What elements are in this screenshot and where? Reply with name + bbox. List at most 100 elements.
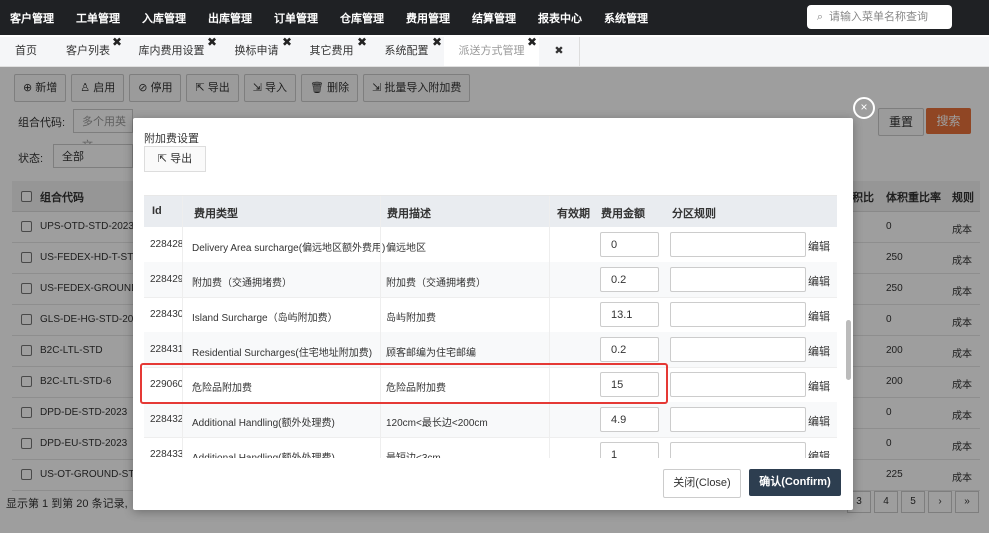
menu-item-orders[interactable]: 订单管理 xyxy=(274,10,318,26)
col-zone-rule: 分区规则 xyxy=(672,208,716,220)
fee-amount-input[interactable]: 1 xyxy=(600,442,659,458)
modal-scrollbar[interactable] xyxy=(846,320,851,380)
surcharge-row: 228433 Additional Handling(额外处理费) 最短边<3c… xyxy=(144,437,837,458)
zone-rule-input[interactable] xyxy=(670,267,806,292)
tab-customer-list[interactable]: 客户列表 ✖ xyxy=(52,35,125,66)
tab-label: 库内费用设置 xyxy=(138,45,205,57)
fee-id: 228431 xyxy=(150,344,184,355)
surcharge-table-header: Id 费用类型 费用描述 有效期 费用金额 分区规则 xyxy=(144,196,837,227)
tab-label: 派送方式管理 xyxy=(458,45,525,57)
modal-export-button[interactable]: ⇱ 导出 xyxy=(144,146,206,172)
search-icon: ⌕ xyxy=(816,10,824,23)
fee-type: Residential Surcharges(住宅地址附加费) xyxy=(192,348,373,359)
tab-other-fees[interactable]: 其它费用 ✖ xyxy=(294,35,370,66)
close-icon[interactable]: ✖ xyxy=(207,28,217,57)
surcharge-row: 228430 Island Surcharge（岛屿附加费） 岛屿附加费 13.… xyxy=(144,297,837,333)
modal-title: 附加费设置 xyxy=(144,133,199,145)
close-icon[interactable]: ✖ xyxy=(357,28,367,57)
fee-amount-input[interactable]: 13.1 xyxy=(600,302,659,327)
fee-type: Delivery Area surcharge(偏远地区额外费用) xyxy=(192,243,386,254)
menu-search: ⌕ xyxy=(807,5,952,29)
fee-type: Additional Handling(额外处理费) xyxy=(192,418,335,429)
edit-link[interactable]: 编辑 xyxy=(808,238,830,254)
zone-rule-input[interactable] xyxy=(670,407,806,432)
tab-label: 客户列表 xyxy=(66,45,110,57)
export-icon: ⇱ xyxy=(157,153,168,165)
tab-label: 系统配置 xyxy=(384,45,429,57)
surcharge-row: 228429 附加费（交通拥堵费） 附加费（交通拥堵费） 0.2 编辑 xyxy=(144,262,837,298)
menu-item-system[interactable]: 系统管理 xyxy=(604,10,648,26)
menu-item-reports[interactable]: 报表中心 xyxy=(538,10,582,26)
close-icon[interactable]: ✖ xyxy=(112,28,122,57)
menu-item-inbound[interactable]: 入库管理 xyxy=(142,10,186,26)
tab-system-config[interactable]: 系统配置 ✖ xyxy=(369,35,445,66)
tab-label: 其它费用 xyxy=(309,45,354,57)
fee-type: Island Surcharge（岛屿附加费） xyxy=(192,313,338,324)
fee-type: Additional Handling(额外处理费) xyxy=(192,449,335,458)
close-all-tabs-icon[interactable]: ✖ xyxy=(539,37,580,66)
menu-item-settlement[interactable]: 结算管理 xyxy=(472,10,516,26)
col-validity: 有效期 xyxy=(557,208,590,220)
col-amount: 费用金额 xyxy=(601,208,645,220)
fee-desc: 顾客邮编为住宅邮编 xyxy=(386,348,476,359)
close-icon[interactable]: ✖ xyxy=(282,28,292,57)
menu-item-customers[interactable]: 客户管理 xyxy=(10,10,54,26)
confirm-button[interactable]: 确认(Confirm) xyxy=(749,469,841,496)
edit-link[interactable]: 编辑 xyxy=(808,273,830,289)
menu-item-workorders[interactable]: 工单管理 xyxy=(76,10,120,26)
fee-desc: 最短边<3cm xyxy=(386,449,441,458)
fee-desc: 偏远地区 xyxy=(386,243,426,254)
modal-close-icon[interactable]: × xyxy=(853,97,875,119)
tab-label: 换标申请 xyxy=(234,45,279,57)
edit-link[interactable]: 编辑 xyxy=(808,378,830,394)
surcharge-table: Id 费用类型 费用描述 有效期 费用金额 分区规则 228428 Delive… xyxy=(144,195,837,458)
fee-id: 228430 xyxy=(150,309,184,320)
col-id: Id xyxy=(152,205,162,217)
surcharge-row: 228428 Delivery Area surcharge(偏远地区额外费用)… xyxy=(144,227,837,263)
fee-desc: 120cm<最长边<200cm xyxy=(386,418,488,429)
menu-item-outbound[interactable]: 出库管理 xyxy=(208,10,252,26)
fee-id: 228428 xyxy=(150,239,184,250)
fee-id: 228433 xyxy=(150,449,184,458)
column-divider xyxy=(549,196,550,458)
fee-amount-input[interactable]: 0.2 xyxy=(600,337,659,362)
tab-home[interactable]: 首页 xyxy=(0,37,53,66)
tab-delivery-method[interactable]: 派送方式管理 ✖ xyxy=(444,35,540,66)
zone-rule-input[interactable] xyxy=(670,442,806,458)
col-fee-type: 费用类型 xyxy=(194,208,238,220)
highlighted-row-outline xyxy=(140,363,668,404)
column-divider xyxy=(182,196,183,458)
col-fee-desc: 费用描述 xyxy=(387,208,431,220)
edit-link[interactable]: 编辑 xyxy=(808,308,830,324)
fee-amount-input[interactable]: 4.9 xyxy=(600,407,659,432)
tab-warehouse-fees[interactable]: 库内费用设置 ✖ xyxy=(124,35,220,66)
tab-bar: 首页 客户列表 ✖ 库内费用设置 ✖ 换标申请 ✖ 其它费用 ✖ 系统配置 ✖ 派送方式管… xyxy=(0,35,989,67)
fee-id: 228429 xyxy=(150,274,184,285)
edit-link[interactable]: 编辑 xyxy=(808,448,830,458)
close-icon[interactable]: ✖ xyxy=(527,28,537,57)
close-button[interactable]: 关闭(Close) xyxy=(663,469,741,498)
tab-label: 首页 xyxy=(15,45,37,57)
fee-type: 附加费（交通拥堵费） xyxy=(192,278,292,289)
main-menu: 客户管理 工单管理 入库管理 出库管理 订单管理 仓库管理 费用管理 结算管理 … xyxy=(0,0,660,35)
menu-search-input[interactable] xyxy=(827,10,951,24)
zone-rule-input[interactable] xyxy=(670,232,806,257)
tab-relabel[interactable]: 换标申请 ✖ xyxy=(219,35,295,66)
surcharge-settings-modal: 附加费设置 ⇱ 导出 Id 费用类型 费用描述 有效期 费用金额 分区规则 22… xyxy=(133,118,853,510)
edit-link[interactable]: 编辑 xyxy=(808,413,830,429)
fee-desc: 附加费（交通拥堵费） xyxy=(386,278,486,289)
menu-item-warehouse[interactable]: 仓库管理 xyxy=(340,10,384,26)
fee-id: 228432 xyxy=(150,414,184,425)
fee-amount-input[interactable]: 0 xyxy=(600,232,659,257)
edit-link[interactable]: 编辑 xyxy=(808,343,830,359)
zone-rule-input[interactable] xyxy=(670,302,806,327)
close-icon[interactable]: ✖ xyxy=(432,28,442,57)
surcharge-row: 228432 Additional Handling(额外处理费) 120cm<… xyxy=(144,402,837,438)
column-divider xyxy=(380,196,381,458)
zone-rule-input[interactable] xyxy=(670,372,806,397)
top-navbar: 客户管理 工单管理 入库管理 出库管理 订单管理 仓库管理 费用管理 结算管理 … xyxy=(0,0,989,35)
fee-desc: 岛屿附加费 xyxy=(386,313,436,324)
zone-rule-input[interactable] xyxy=(670,337,806,362)
menu-item-fees[interactable]: 费用管理 xyxy=(406,10,450,26)
fee-amount-input[interactable]: 0.2 xyxy=(600,267,659,292)
